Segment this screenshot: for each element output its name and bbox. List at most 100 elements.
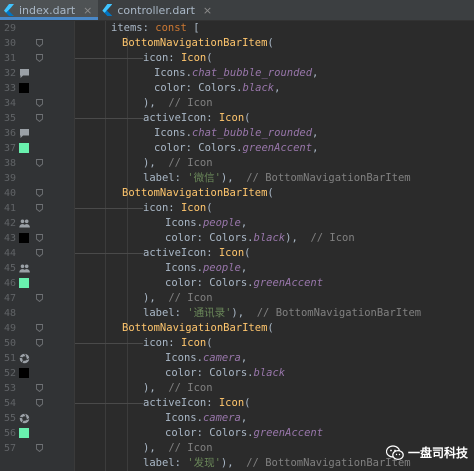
fold-guide	[75, 58, 143, 59]
line-number: 49	[3, 323, 16, 334]
code-line: ), // Icon	[143, 97, 213, 109]
line-number: 32	[3, 68, 16, 79]
color-swatch-green-accent-icon[interactable]	[19, 278, 29, 288]
code-line: color: Colors.greenAccent,	[154, 142, 319, 154]
gutter-line: 38	[0, 156, 74, 171]
fold-marker-icon[interactable]	[36, 159, 43, 167]
code-line: BottomNavigationBarItem(	[122, 37, 274, 49]
fold-marker-icon[interactable]	[36, 114, 43, 122]
gutter-line: 45	[0, 261, 74, 276]
color-swatch-black-icon[interactable]	[19, 233, 29, 243]
code-line: color: Colors.black	[165, 367, 286, 379]
fold-marker-icon[interactable]	[36, 384, 43, 392]
fold-marker-icon[interactable]	[36, 234, 43, 242]
line-number: 42	[3, 218, 16, 229]
line-number: 40	[3, 188, 16, 199]
tab-controller-dart[interactable]: controller.dart ×	[98, 0, 218, 20]
color-swatch-black-icon[interactable]	[19, 368, 29, 378]
fold-guide	[75, 403, 143, 404]
gutter-line: 31	[0, 51, 74, 66]
line-number: 52	[3, 368, 16, 379]
gutter-line: 36	[0, 126, 74, 141]
gutter-line: 55	[0, 411, 74, 426]
gutter-line: 53	[0, 381, 74, 396]
gutter-line: 35	[0, 111, 74, 126]
line-number: 57	[3, 443, 16, 454]
line-number: 53	[3, 383, 16, 394]
line-number: 38	[3, 158, 16, 169]
gutter-line: 42	[0, 216, 74, 231]
gutter-line: 46	[0, 276, 74, 291]
code-line: BottomNavigationBarItem(	[122, 187, 274, 199]
line-number: 31	[3, 53, 16, 64]
fold-marker-icon[interactable]	[36, 249, 43, 257]
code-line: activeIcon: Icon(	[143, 112, 251, 124]
camera-icon[interactable]	[19, 353, 30, 364]
color-swatch-green-accent-icon[interactable]	[19, 428, 29, 438]
line-number: 34	[3, 98, 16, 109]
line-number: 54	[3, 398, 16, 409]
fold-marker-icon[interactable]	[36, 99, 43, 107]
gutter-line: 40	[0, 186, 74, 201]
code-line: icon: Icon(	[143, 337, 213, 349]
line-number: 45	[3, 263, 16, 274]
code-line: Icons.people,	[165, 262, 248, 274]
fold-marker-icon[interactable]	[36, 444, 43, 452]
code-line: Icons.chat_bubble_rounded,	[154, 67, 319, 79]
code-line: color: Colors.black), // Icon	[165, 232, 355, 244]
line-number: 30	[3, 38, 16, 49]
gutter-line: 37	[0, 141, 74, 156]
gutter-line: 57	[0, 441, 74, 456]
line-number: 43	[3, 233, 16, 244]
gutter-line: 43	[0, 231, 74, 246]
fold-marker-icon[interactable]	[36, 399, 43, 407]
chat-bubble-icon[interactable]	[19, 128, 30, 139]
line-number: 44	[3, 248, 16, 259]
watermark-text: 一盘司科技	[407, 446, 468, 460]
camera-icon[interactable]	[19, 413, 30, 424]
code-line: ), // Icon	[143, 157, 213, 169]
gutter-line: 47	[0, 291, 74, 306]
code-line: color: Colors.greenAccent	[165, 427, 324, 439]
fold-marker-icon[interactable]	[36, 54, 43, 62]
chat-bubble-icon[interactable]	[19, 68, 30, 79]
tab-label: index.dart	[19, 3, 76, 17]
code-line: Icons.camera,	[165, 352, 248, 364]
line-number: 36	[3, 128, 16, 139]
dart-file-icon	[4, 4, 14, 16]
fold-marker-icon[interactable]	[36, 339, 43, 347]
color-swatch-black-icon[interactable]	[19, 83, 29, 93]
gutter-line: 34	[0, 96, 74, 111]
fold-marker-icon[interactable]	[36, 189, 43, 197]
dart-file-icon	[102, 4, 113, 16]
fold-marker-icon[interactable]	[36, 324, 43, 332]
code-editor[interactable]: items: const [ BottomNavigationBarItem( …	[75, 21, 474, 471]
fold-marker-icon[interactable]	[36, 39, 43, 47]
fold-marker-icon[interactable]	[36, 204, 43, 212]
code-line: color: Colors.greenAccent	[165, 277, 324, 289]
code-line: activeIcon: Icon(	[143, 397, 251, 409]
code-line: Icons.camera,	[165, 412, 248, 424]
people-icon[interactable]	[19, 263, 30, 274]
wechat-icon	[385, 444, 404, 460]
code-line: ), // Icon	[143, 292, 213, 304]
fold-guide	[75, 343, 143, 344]
line-number: 51	[3, 353, 16, 364]
code-line: label: '通讯录'), // BottomNavigationBarIte…	[143, 307, 422, 319]
code-line: label: '发现'), // BottomNavigationBarItem	[143, 457, 411, 469]
code-line: activeIcon: Icon(	[143, 247, 251, 259]
close-tab-icon[interactable]: ×	[203, 4, 212, 17]
line-number: 41	[3, 203, 16, 214]
code-line: items: const [	[111, 22, 200, 34]
line-number: 37	[3, 143, 16, 154]
line-number: 48	[3, 308, 16, 319]
code-line: icon: Icon(	[143, 202, 213, 214]
people-icon[interactable]	[19, 218, 30, 229]
tab-index-dart[interactable]: index.dart ×	[0, 0, 99, 20]
gutter-line: 49	[0, 321, 74, 336]
gutter-line: 41	[0, 201, 74, 216]
close-tab-icon[interactable]: ×	[83, 4, 92, 17]
color-swatch-green-accent-icon[interactable]	[19, 143, 29, 153]
fold-marker-icon[interactable]	[36, 294, 43, 302]
line-number: 33	[3, 83, 16, 94]
